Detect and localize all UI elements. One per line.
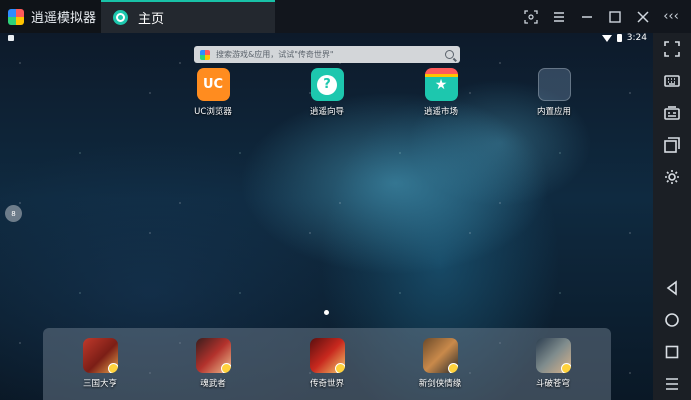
dock-app-label: 新剑侠情缘 <box>418 379 462 389</box>
dock-app-doupo[interactable]: 斗破苍穹 <box>513 338 593 389</box>
sanguo-game-icon <box>82 338 118 373</box>
keyboard-button[interactable] <box>653 65 691 97</box>
minimize-button[interactable] <box>573 5 601 29</box>
dock-app-jianxia[interactable]: 新剑侠情缘 <box>400 338 480 389</box>
hamburger-icon <box>554 11 564 22</box>
recents-icon <box>665 345 679 359</box>
home-icon <box>665 313 679 327</box>
side-toolbar <box>653 33 691 400</box>
minimize-icon <box>582 15 592 18</box>
android-menu-button[interactable] <box>653 368 691 400</box>
home-button[interactable] <box>653 304 691 336</box>
screenshot-tool-button[interactable] <box>653 97 691 129</box>
keyboard-icon <box>664 75 680 87</box>
floating-ball[interactable]: 8 <box>5 205 22 222</box>
desktop-icon-label: UC浏览器 <box>194 107 232 117</box>
screenshot-icon <box>524 9 538 24</box>
home-tab-icon <box>113 10 128 25</box>
dock: 三国大亨 魂武者 传奇世界 新剑侠情缘 斗破苍穹 <box>43 328 611 400</box>
dock-app-hunwuzhe[interactable]: 魂武者 <box>173 338 253 389</box>
screenshot-button[interactable] <box>517 5 545 29</box>
back-icon <box>666 280 677 296</box>
search-icon[interactable] <box>445 50 454 59</box>
multi-window-button[interactable] <box>653 129 691 161</box>
battery-icon <box>616 34 622 42</box>
dock-app-label: 魂武者 <box>200 379 226 389</box>
search-logo-icon <box>200 49 210 60</box>
desktop-icon-market[interactable]: ★ 逍遥市场 <box>406 68 476 117</box>
desktop-icon-guide[interactable]: ? 逍遥向导 <box>292 68 362 117</box>
search-input[interactable]: 搜索游戏&应用，试试"传奇世界" <box>216 49 445 60</box>
jianxia-game-icon <box>422 338 458 373</box>
dock-app-label: 斗破苍穹 <box>535 379 570 389</box>
wifi-icon <box>601 34 612 42</box>
title-bar: 逍遥模拟器 主页 ‹‹‹ <box>0 0 691 33</box>
android-status-bar: 3:24 <box>0 33 653 43</box>
screenshot-icon <box>664 106 680 120</box>
maximize-icon <box>609 10 621 23</box>
guide-icon: ? <box>310 68 344 101</box>
desktop-icon-label: 逍遥市场 <box>423 107 458 117</box>
menu-icon <box>666 378 678 390</box>
app-brand: 逍遥模拟器 <box>0 0 101 33</box>
dock-app-label: 传奇世界 <box>309 379 344 389</box>
back-button[interactable] <box>653 272 691 304</box>
desktop-icon-uc-browser[interactable]: UC UC浏览器 <box>178 68 248 117</box>
dock-app-sanguo[interactable]: 三国大亨 <box>60 338 140 389</box>
chuanqi-game-icon <box>309 338 345 373</box>
fullscreen-icon <box>664 41 680 57</box>
collapse-sidebar-button[interactable]: ‹‹‹ <box>657 5 685 29</box>
tab-label: 主页 <box>138 12 165 27</box>
settings-button[interactable] <box>653 161 691 193</box>
hunwuzhe-game-icon <box>195 338 231 373</box>
tab-home[interactable]: 主页 <box>101 0 275 33</box>
search-bar[interactable]: 搜索游戏&应用，试试"传奇世界" <box>194 46 460 63</box>
market-icon: ★ <box>424 68 458 101</box>
settings-icon <box>665 170 679 184</box>
desktop-icon-label: 逍遥向导 <box>309 107 344 117</box>
dock-app-label: 三国大亨 <box>82 379 117 389</box>
app-title: 逍遥模拟器 <box>31 11 97 26</box>
uc-browser-icon: UC <box>196 68 230 101</box>
android-screen: 3:24 搜索游戏&应用，试试"传奇世界" UC UC浏览器 ? 逍遥向导 ★ … <box>0 33 653 400</box>
maximize-button[interactable] <box>601 5 629 29</box>
folder-icon <box>537 68 571 101</box>
status-right: 3:24 <box>601 33 647 43</box>
page-indicator <box>324 310 329 315</box>
app-logo-icon <box>8 8 24 25</box>
fullscreen-button[interactable] <box>653 33 691 65</box>
double-chevron-left-icon: ‹‹‹ <box>663 9 679 24</box>
close-button[interactable] <box>629 5 657 29</box>
notification-icon <box>8 35 14 41</box>
desktop-icon-builtin-apps[interactable]: 内置应用 <box>519 68 589 117</box>
recents-button[interactable] <box>653 336 691 368</box>
menu-button[interactable] <box>545 5 573 29</box>
multi-window-icon <box>664 137 680 153</box>
doupo-game-icon <box>535 338 571 373</box>
close-icon <box>637 10 649 23</box>
dock-app-chuanqi[interactable]: 传奇世界 <box>287 338 367 389</box>
desktop-icon-label: 内置应用 <box>536 107 571 117</box>
status-time: 3:24 <box>626 33 647 43</box>
window-controls: ‹‹‹ <box>517 0 685 33</box>
